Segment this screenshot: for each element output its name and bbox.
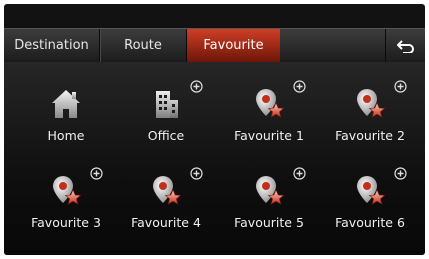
tab-destination[interactable]: Destination (4, 29, 100, 62)
add-circle-icon[interactable] (90, 167, 103, 180)
item-label: Home (47, 128, 85, 143)
home-icon (52, 90, 80, 118)
add-circle-icon[interactable] (394, 80, 407, 93)
item-label: Favourite 3 (31, 215, 101, 230)
tab-bar: Destination Route Favourite (4, 28, 425, 63)
add-circle-icon[interactable] (293, 80, 306, 93)
favourite-pin-icon (149, 173, 183, 209)
favourites-grid: Home Office Favourite 1 Favourite 2 Favo… (4, 62, 425, 255)
office-building-icon (156, 91, 178, 118)
favourite-2-button[interactable]: Favourite 2 (320, 80, 420, 156)
back-arrow-icon (397, 39, 414, 53)
favourite-pin-icon (252, 86, 286, 122)
add-circle-icon[interactable] (190, 167, 203, 180)
tab-favourite[interactable]: Favourite (187, 29, 280, 62)
favourite-pin-icon (252, 173, 286, 209)
item-label: Favourite 5 (234, 215, 304, 230)
favourite-home-button[interactable]: Home (16, 86, 116, 156)
back-button[interactable] (385, 29, 425, 62)
favourite-1-button[interactable]: Favourite 1 (219, 80, 319, 156)
favourite-pin-icon (49, 173, 83, 209)
favourite-5-button[interactable]: Favourite 5 (219, 167, 319, 243)
favourite-pin-icon (353, 86, 387, 122)
navigation-screen: Destination Route Favourite Home Office … (4, 4, 425, 255)
add-circle-icon[interactable] (293, 167, 306, 180)
add-circle-icon[interactable] (190, 80, 203, 93)
favourite-6-button[interactable]: Favourite 6 (320, 167, 420, 243)
favourite-pin-icon (353, 173, 387, 209)
item-label: Favourite 6 (335, 215, 405, 230)
favourite-4-button[interactable]: Favourite 4 (116, 167, 216, 243)
tab-route[interactable]: Route (100, 29, 187, 62)
add-circle-icon[interactable] (394, 167, 407, 180)
item-label: Favourite 2 (335, 128, 405, 143)
favourite-office-button[interactable]: Office (116, 80, 216, 156)
item-label: Favourite 1 (234, 128, 304, 143)
favourite-3-button[interactable]: Favourite 3 (16, 167, 116, 243)
item-label: Office (147, 128, 185, 143)
item-label: Favourite 4 (131, 215, 201, 230)
